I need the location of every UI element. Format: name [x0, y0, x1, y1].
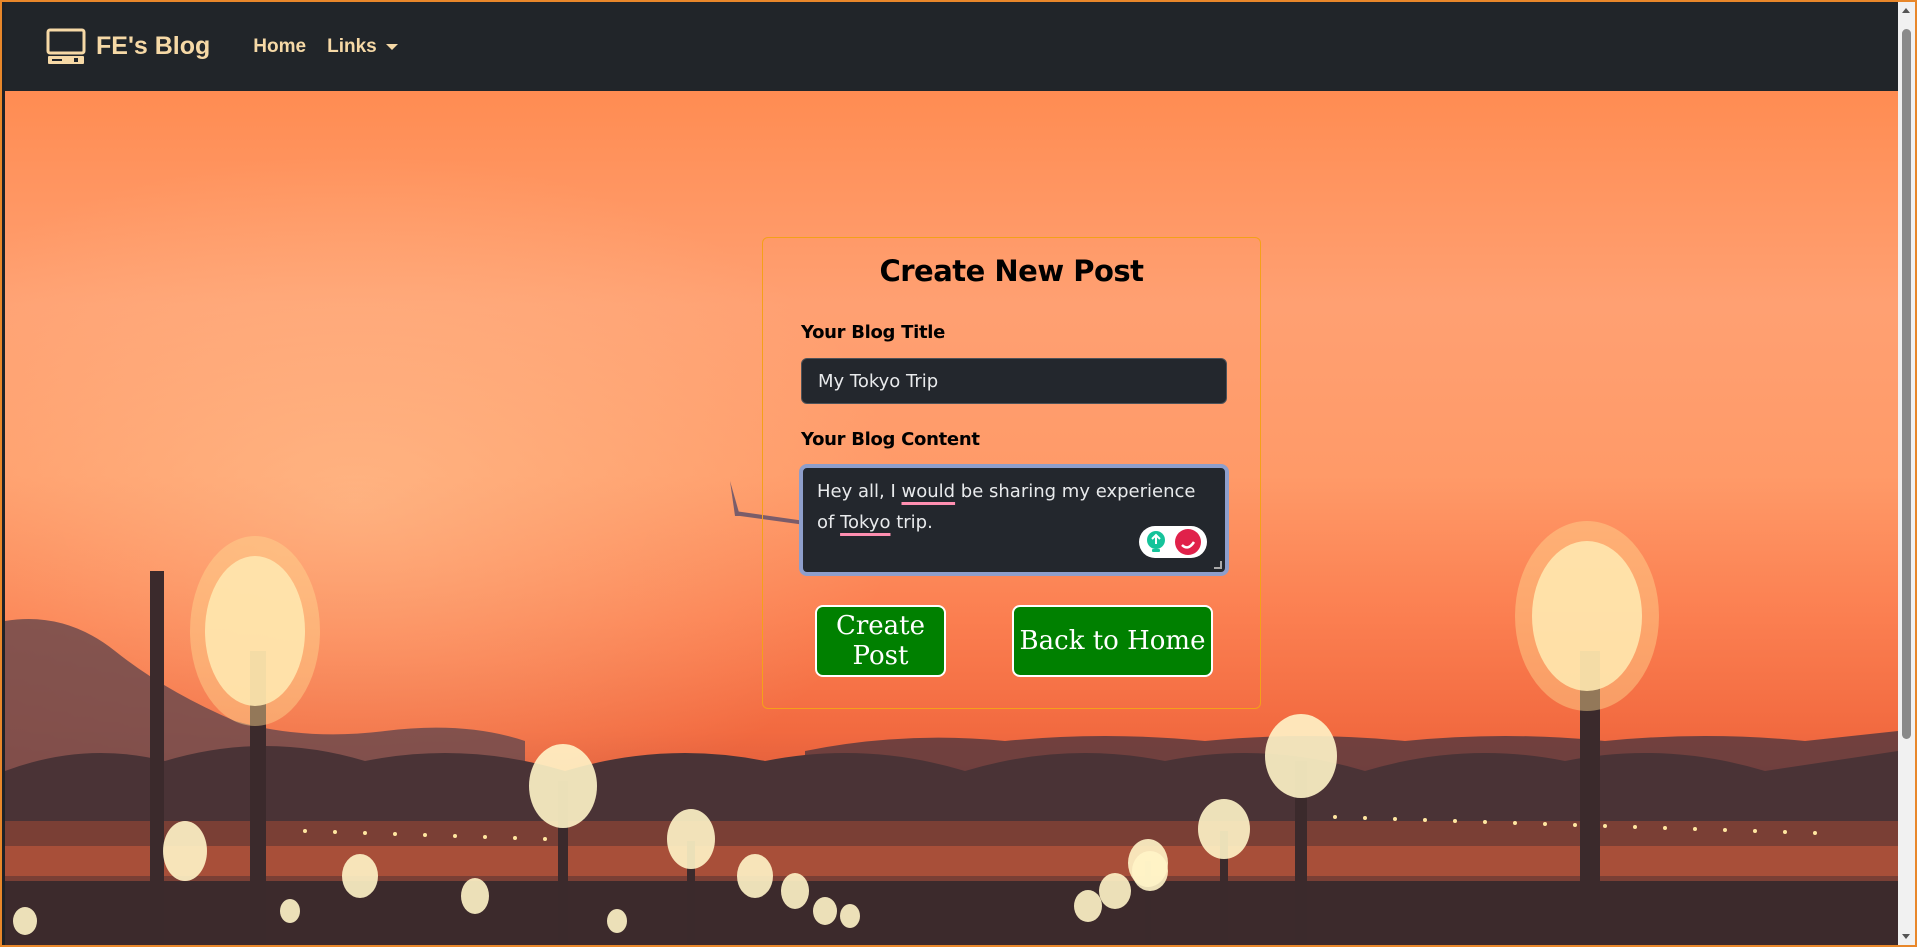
scrollbar-thumb[interactable]: [1902, 29, 1911, 739]
blog-content-textarea[interactable]: Hey all, I would be sharing my experienc…: [799, 464, 1229, 576]
create-post-card: Create New Post Your Blog Title Your Blo…: [762, 237, 1261, 709]
scroll-down-arrow-icon[interactable]: [1902, 934, 1910, 939]
back-to-home-button[interactable]: Back to Home: [1012, 605, 1213, 677]
spellcheck-underlined-word[interactable]: Tokyo: [840, 512, 890, 533]
resize-handle-icon[interactable]: [1214, 561, 1222, 569]
grammar-assistant-widget[interactable]: [1139, 526, 1207, 558]
brand-name: FE's Blog: [96, 32, 211, 60]
blog-title-input[interactable]: [801, 358, 1227, 404]
computer-icon: [46, 28, 86, 64]
blog-content-label: Your Blog Content: [801, 429, 980, 450]
lightbulb-icon: [1147, 531, 1165, 552]
nav-links-dropdown[interactable]: Links: [327, 36, 398, 58]
create-post-button[interactable]: Create Post: [815, 605, 946, 677]
brand-link[interactable]: FE's Blog: [46, 28, 210, 66]
nav-home-link[interactable]: Home: [253, 36, 306, 58]
blog-title-label: Your Blog Title: [801, 322, 946, 343]
vertical-scrollbar[interactable]: [1898, 2, 1915, 945]
page-title: Create New Post: [879, 254, 1144, 288]
caret-down-icon: [385, 43, 398, 50]
nav-links-label: Links: [327, 35, 377, 57]
spellcheck-underlined-word[interactable]: would: [902, 481, 956, 502]
content-text-part: Hey all, I: [817, 481, 902, 502]
top-navbar: FE's Blog Home Links: [5, 2, 1898, 91]
grammarly-logo-icon: [1175, 529, 1201, 555]
scroll-up-arrow-icon[interactable]: [1902, 8, 1910, 13]
content-text-part: trip.: [890, 512, 933, 533]
browser-viewport: FE's Blog Home Links Create New Post You…: [0, 0, 1917, 947]
